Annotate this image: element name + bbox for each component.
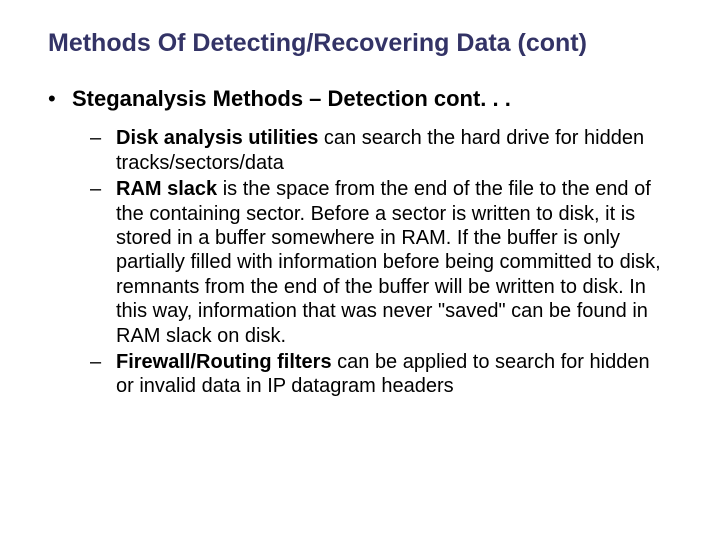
bullet-level-1: • Steganalysis Methods – Detection cont.… [48,86,672,112]
sub-bullet-item: – Firewall/Routing filters can be applie… [90,350,672,399]
sub-bullet-item: – RAM slack is the space from the end of… [90,177,672,348]
sub-bullet-list: – Disk analysis utilities can search the… [90,126,672,398]
sub-bullet-text: RAM slack is the space from the end of t… [116,177,672,348]
term: Disk analysis utilities [116,127,318,149]
slide-title: Methods Of Detecting/Recovering Data (co… [48,28,672,58]
term: RAM slack [116,178,217,200]
sub-bullet-item: – Disk analysis utilities can search the… [90,126,672,175]
dash-icon: – [90,126,116,175]
sub-bullet-text: Firewall/Routing filters can be applied … [116,350,672,399]
dash-icon: – [90,350,116,399]
slide: Methods Of Detecting/Recovering Data (co… [0,0,720,540]
rest: is the space from the end of the file to… [116,178,661,346]
dash-icon: – [90,177,116,348]
bullet-text: Steganalysis Methods – Detection cont. .… [72,86,511,112]
term: Firewall/Routing filters [116,351,332,373]
sub-bullet-text: Disk analysis utilities can search the h… [116,126,672,175]
bullet-dot: • [48,86,72,112]
